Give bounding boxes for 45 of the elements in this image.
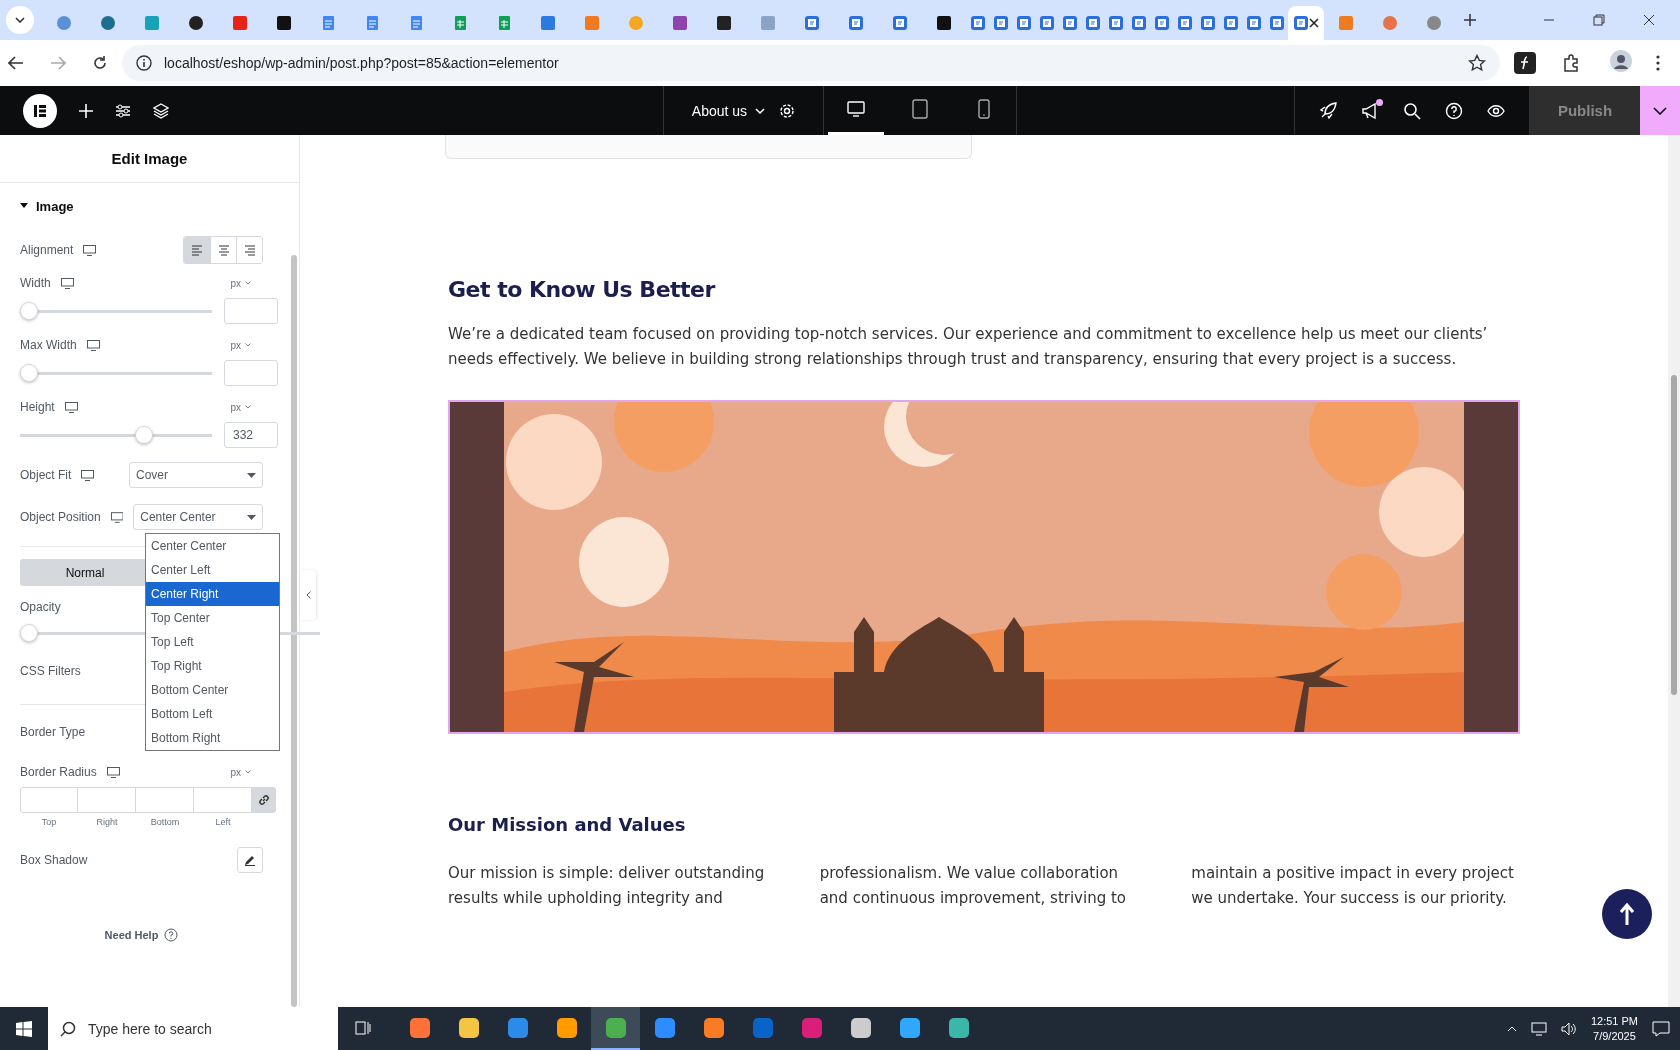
- dimension-label: Left: [214, 817, 232, 827]
- dropdown-option[interactable]: Top Center: [146, 606, 279, 630]
- control-label: Width: [20, 276, 51, 290]
- number-input[interactable]: 332: [224, 422, 278, 448]
- dropdown-option[interactable]: Top Left: [146, 630, 279, 654]
- control-label: Object Position: [20, 510, 101, 524]
- section-toggle[interactable]: Image: [20, 186, 263, 226]
- control-label: CSS Filters: [20, 664, 81, 678]
- panel-title: Edit Image: [0, 135, 299, 183]
- url-text: localhost/eshop/wp-admin/post.php?post=85&action=elementor: [164, 55, 560, 71]
- dropdown-option[interactable]: Top Right: [146, 654, 279, 678]
- control-label: Border Type: [20, 725, 86, 739]
- section-heading: Our Mission and Values: [448, 814, 687, 835]
- control-label: Border Radius: [20, 765, 97, 779]
- select-field[interactable]: Center Center: [133, 504, 263, 530]
- control-label: Alignment: [20, 243, 74, 257]
- unit-selector[interactable]: px: [224, 276, 257, 290]
- dropdown-option[interactable]: Center Right: [146, 582, 279, 606]
- select-field[interactable]: Cover: [129, 462, 263, 488]
- control-label: Object Fit: [20, 468, 72, 482]
- dimension-label: Right: [95, 817, 119, 827]
- section-heading: Get to Know Us Better: [448, 277, 717, 302]
- taskbar-search[interactable]: Type here to search: [48, 1007, 338, 1050]
- control-label: Max Width: [20, 338, 77, 352]
- control-label: Height: [20, 400, 55, 414]
- dimension-label: Bottom: [149, 817, 181, 827]
- page-selector[interactable]: About us: [691, 102, 766, 119]
- dropdown-option[interactable]: Bottom Right: [146, 726, 279, 750]
- control-label: Opacity: [20, 600, 61, 614]
- address-bar[interactable]: localhost/eshop/wp-admin/post.php?post=85&action=elementor: [122, 45, 1500, 81]
- dimension-label: Top: [40, 817, 58, 827]
- clock-date: 7/9/2025: [1593, 1030, 1636, 1042]
- mission-paragraph: Our mission is simple: deliver outstanding results while upholding integrity and professionalism. We value collaboration and continuous improvement, striving to maintain a positive impact in every project we undertake. Your success is our priority.: [448, 863, 1515, 909]
- help-link[interactable]: Need Help: [20, 927, 263, 943]
- dropdown-option[interactable]: Bottom Center: [146, 678, 279, 702]
- control-label: Box Shadow: [20, 853, 88, 867]
- unit-selector[interactable]: px: [224, 400, 257, 414]
- dropdown-option[interactable]: Bottom Left: [146, 702, 279, 726]
- clock-time: 12:51 PM: [1590, 1015, 1638, 1027]
- unit-selector[interactable]: px: [224, 765, 257, 779]
- search-placeholder: Type here to search: [88, 1020, 213, 1037]
- dropdown-option[interactable]: Center Center: [146, 534, 279, 558]
- intro-paragraph: We’re a dedicated team focused on providing top-notch services. Our experience and commitment to excellence help us meet our clients’ needs effectively. We believe in building strong relationships through trust and transparency, ensuring that every project is a success.: [448, 324, 1489, 370]
- unit-selector[interactable]: px: [224, 338, 257, 352]
- dropdown-menu[interactable]: Center Center Center Left Center Right Top Center Top Left Top Right Bottom Center Bottom Left Bottom Right: [145, 533, 280, 751]
